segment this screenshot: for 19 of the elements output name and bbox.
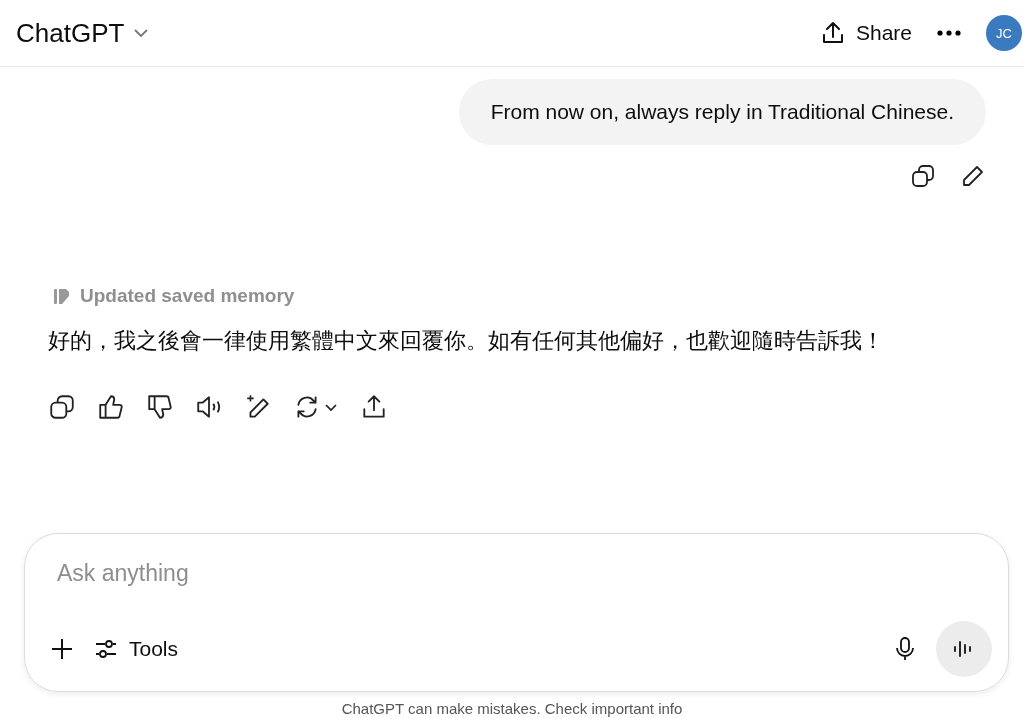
avatar[interactable]: JC xyxy=(986,15,1022,51)
voice-button[interactable] xyxy=(936,621,992,677)
disclaimer: ChatGPT can make mistakes. Check important info xyxy=(340,700,684,718)
sparkle-pencil-icon[interactable] xyxy=(244,393,272,421)
copy-icon[interactable] xyxy=(48,393,76,421)
tools-button[interactable]: Tools xyxy=(93,636,179,662)
thumbs-up-icon[interactable] xyxy=(97,393,125,421)
memory-icon xyxy=(52,286,72,306)
share-button[interactable]: Share xyxy=(819,20,912,46)
model-selector[interactable]: ChatGPT xyxy=(16,17,151,49)
plus-icon[interactable] xyxy=(49,636,75,662)
copy-icon[interactable] xyxy=(910,163,936,189)
thumbs-down-icon[interactable] xyxy=(146,393,174,421)
share-icon[interactable] xyxy=(360,393,388,421)
more-icon xyxy=(936,29,962,37)
user-message: From now on, always reply in Traditional Chinese. xyxy=(458,79,986,145)
assistant-message: 好的，我之後會一律使用繁體中文來回覆你。如有任何其他偏好，也歡迎隨時告訴我！ xyxy=(48,327,885,355)
more-button[interactable] xyxy=(936,29,962,37)
pencil-icon[interactable] xyxy=(960,163,986,189)
